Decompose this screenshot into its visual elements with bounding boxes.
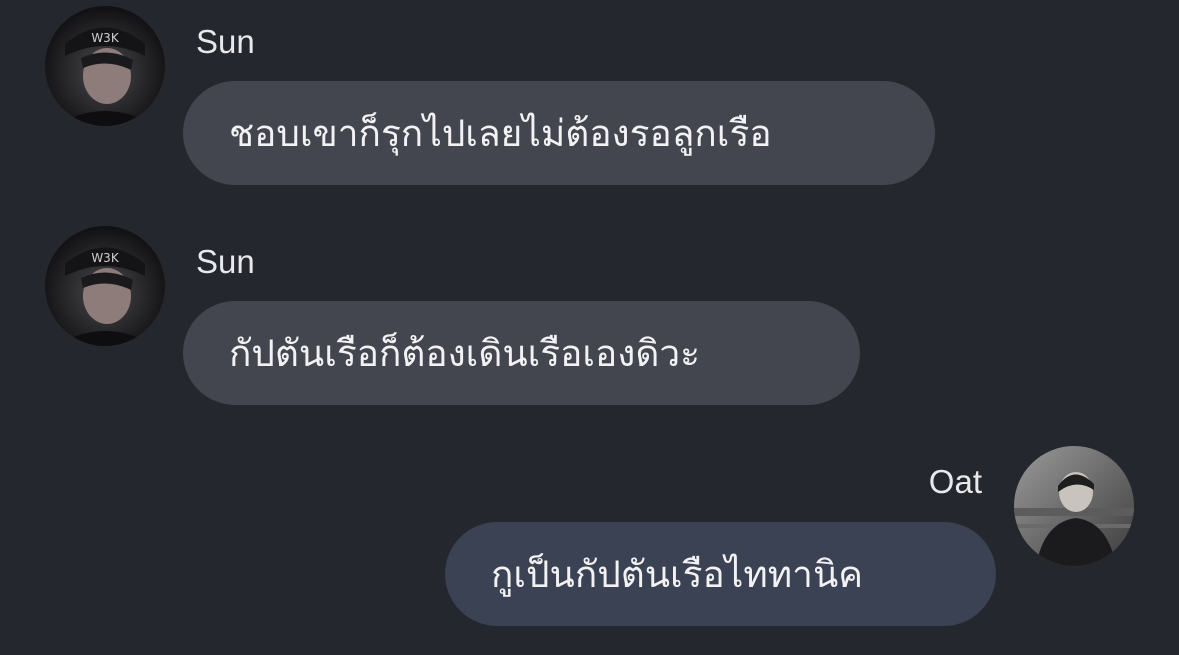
svg-text:W3K: W3K <box>91 251 120 265</box>
user-avatar-photo-icon: W3K <box>45 6 165 126</box>
message-bubble[interactable]: กูเป็นกัปตันเรือไททานิค <box>445 522 996 626</box>
message-bubble[interactable]: กัปตันเรือก็ต้องเดินเรือเองดิวะ <box>183 301 860 405</box>
message-bubble[interactable]: ชอบเขาก็รุกไปเลยไม่ต้องรอลูกเรือ <box>183 81 935 185</box>
sender-name: Sun <box>196 243 255 280</box>
svg-text:W3K: W3K <box>91 31 120 45</box>
chat-view: W3K Sun ชอบเขาก็รุกไปเลยไม่ต้องรอลูกเรือ… <box>0 0 1179 655</box>
avatar-oat[interactable] <box>1014 446 1134 566</box>
avatar-sun[interactable]: W3K <box>45 226 165 346</box>
sender-name: Oat <box>928 463 982 500</box>
message-text: ชอบเขาก็รุกไปเลยไม่ต้องรอลูกเรือ <box>229 111 772 155</box>
sender-name: Sun <box>196 23 255 60</box>
user-avatar-photo-icon: W3K <box>45 226 165 346</box>
message-text: กูเป็นกัปตันเรือไททานิค <box>491 552 863 596</box>
avatar-sun[interactable]: W3K <box>45 6 165 126</box>
user-avatar-photo-icon <box>1014 446 1134 566</box>
message-text: กัปตันเรือก็ต้องเดินเรือเองดิวะ <box>229 331 700 375</box>
